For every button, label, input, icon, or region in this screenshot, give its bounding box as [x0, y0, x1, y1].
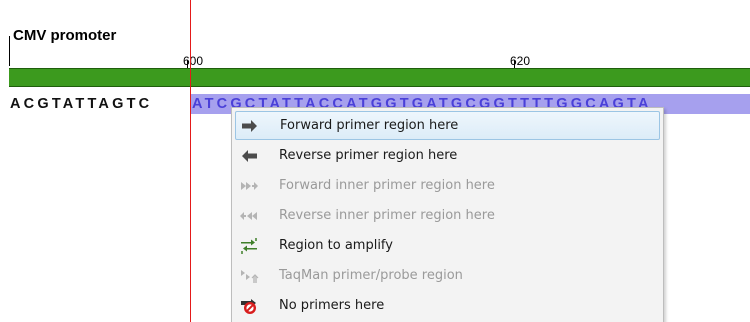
- menu-item-region-to-amplify[interactable]: Region to amplify: [235, 232, 660, 261]
- menu-item-taqman-region: TaqMan primer/probe region: [235, 262, 660, 291]
- menu-item-reverse-primer[interactable]: Reverse primer region here: [235, 142, 660, 171]
- annotation-track-bar[interactable]: [9, 68, 750, 87]
- reverse-inner-icon: [240, 212, 257, 220]
- menu-item-label: No primers here: [279, 298, 385, 313]
- menu-item-no-primers[interactable]: No primers here: [235, 292, 660, 321]
- menu-item-label: Forward primer region here: [280, 118, 459, 133]
- menu-item-forward-inner-primer: Forward inner primer region here: [235, 172, 660, 201]
- no-primers-icon: [241, 299, 256, 314]
- forward-arrow-icon: [242, 120, 257, 132]
- menu-item-label: Region to amplify: [279, 238, 393, 253]
- menu-item-forward-primer[interactable]: Forward primer region here: [235, 111, 660, 140]
- amplify-region-icon: [241, 238, 257, 254]
- sequence-unselected[interactable]: ACGTATTAGTC: [10, 95, 152, 113]
- ruler-label-600: 600: [183, 54, 204, 68]
- context-menu: Forward primer region here Reverse prime…: [231, 107, 664, 322]
- sequence-view: CMV promoter 600 620 ACGTATTAGTC ATCGCTA…: [0, 0, 750, 322]
- menu-item-reverse-inner-primer: Reverse inner primer region here: [235, 202, 660, 231]
- menu-item-label: Forward inner primer region here: [279, 178, 495, 193]
- menu-item-label: Reverse primer region here: [279, 148, 458, 163]
- annotation-label[interactable]: CMV promoter: [13, 27, 116, 44]
- menu-item-label: TaqMan primer/probe region: [279, 268, 463, 283]
- ruler-label-620: 620: [510, 54, 531, 68]
- forward-inner-icon: [241, 182, 258, 190]
- menu-item-label: Reverse inner primer region here: [279, 208, 495, 223]
- reverse-arrow-icon: [242, 150, 257, 162]
- cursor-position-line: [190, 0, 191, 322]
- taqman-icon: [241, 270, 259, 283]
- annotation-marker: [9, 36, 10, 66]
